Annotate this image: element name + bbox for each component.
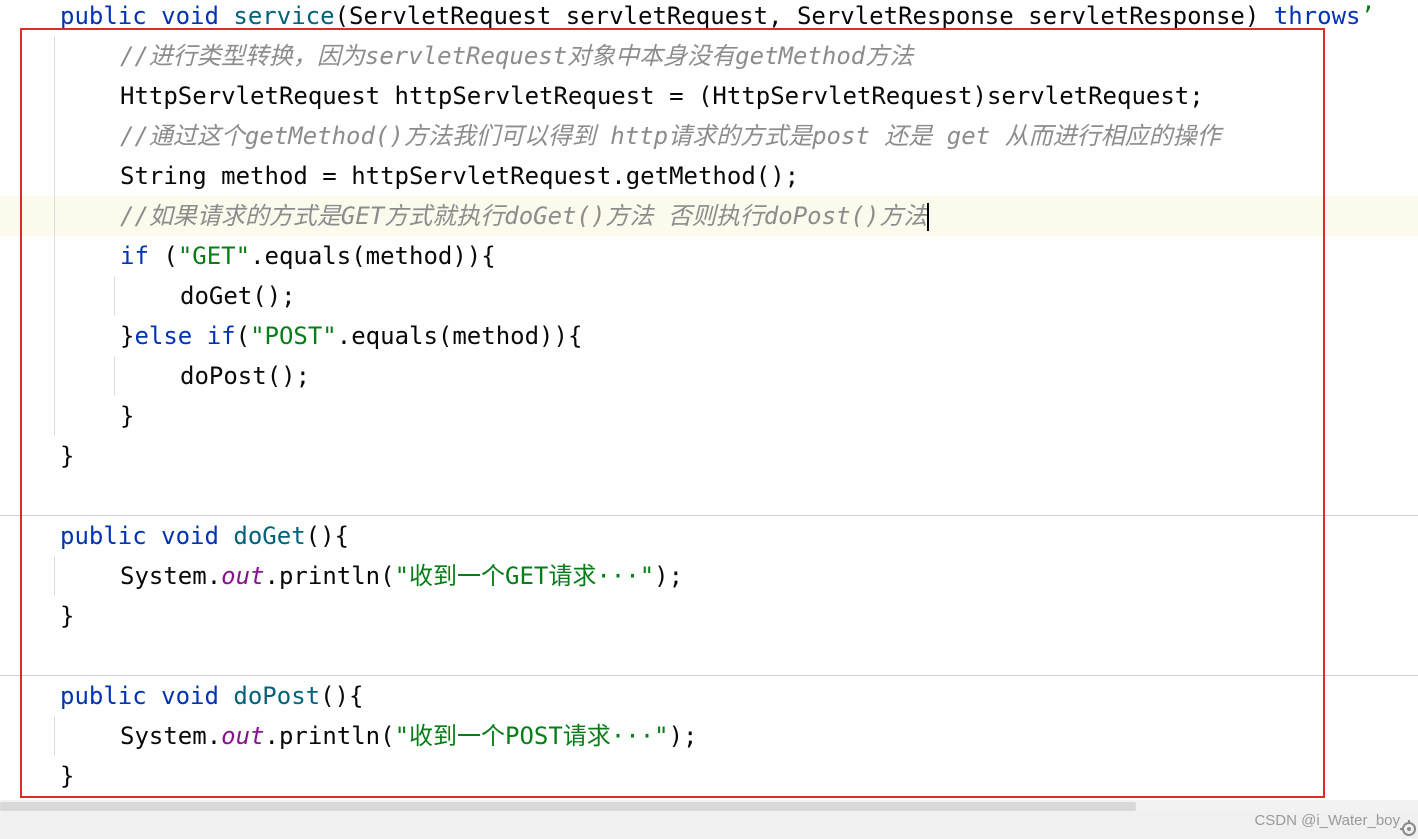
horizontal-scrollbar-thumb[interactable]: [0, 802, 1136, 811]
service-params: (ServletRequest servletRequest, ServletR…: [334, 2, 1274, 30]
truncated-tail: ’: [1360, 2, 1375, 30]
keyword-throws: throws: [1273, 2, 1361, 30]
horizontal-scrollbar[interactable]: [0, 800, 1418, 812]
csdn-watermark: CSDN @i_Water_boy: [1254, 812, 1400, 829]
bottom-bar: [0, 812, 1418, 839]
keyword-void: void: [161, 2, 219, 30]
settings-gear-icon[interactable]: [1400, 820, 1418, 838]
red-highlight-box: [20, 28, 1325, 798]
method-name-service: service: [233, 2, 335, 30]
keyword-public: public: [60, 2, 147, 30]
